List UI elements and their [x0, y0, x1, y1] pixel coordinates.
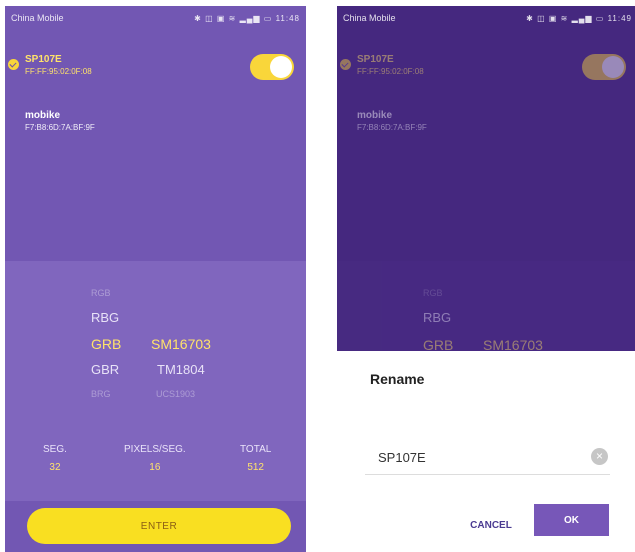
device-name: SP107E	[25, 54, 62, 65]
status-bar: China Mobile ✱ ◫ ▣ ≋ ▂▄▆ ▭ 11:48	[5, 6, 306, 30]
chip-selected[interactable]: SM16703	[151, 336, 211, 352]
device-item-sp107e[interactable]: SP107E FF:FF:95:02:0F:08	[8, 54, 92, 76]
enter-button[interactable]: ENTER	[27, 508, 291, 544]
cancel-button[interactable]: CANCEL	[459, 511, 523, 539]
stat-label: SEG.	[43, 444, 67, 455]
chip-option[interactable]: UCS1903	[156, 389, 195, 399]
device-mac: F7:B8:6D:7A:BF:9F	[25, 123, 95, 132]
status-icons: ✱ ◫ ▣ ≋ ▂▄▆ ▭ 11:48	[194, 14, 300, 23]
device-item-mobike[interactable]: mobike F7:B8:6D:7A:BF:9F	[25, 110, 95, 132]
device-name: mobike	[25, 110, 61, 121]
color-order-option[interactable]: GBR	[91, 362, 119, 377]
stat-value[interactable]: 16	[124, 462, 186, 473]
status-indicator-icons: ✱ ◫ ▣ ≋ ▂▄▆ ▭	[526, 13, 605, 23]
stat-label: TOTAL	[240, 444, 272, 455]
device-name: SP107E	[357, 54, 394, 65]
toggle-knob	[602, 56, 624, 78]
color-order-selected[interactable]: GRB	[91, 336, 121, 352]
stat-value: 512	[247, 462, 264, 473]
color-order-option[interactable]: RBG	[91, 310, 119, 325]
device-name: mobike	[357, 110, 393, 121]
device-mac: F7:B8:6D:7A:BF:9F	[357, 123, 427, 132]
stat-total: TOTAL 512	[240, 444, 271, 473]
color-order-option: RBG	[423, 310, 452, 325]
rename-input[interactable]	[365, 441, 610, 475]
carrier-name: China Mobile	[343, 13, 396, 23]
carrier-name: China Mobile	[11, 13, 64, 23]
device-item-mobike: mobike F7:B8:6D:7A:BF:9F	[357, 110, 427, 132]
device-mac: FF:FF:95:02:0F:08	[357, 67, 424, 76]
left-phone-screen: China Mobile ✱ ◫ ▣ ≋ ▂▄▆ ▭ 11:48 SP107E …	[5, 6, 306, 552]
clear-icon[interactable]: ×	[591, 448, 608, 465]
color-order-option[interactable]: RGB	[91, 288, 111, 298]
stat-pixels-per-segment: PIXELS/SEG. 16	[124, 444, 186, 473]
device-mac: FF:FF:95:02:0F:08	[25, 67, 92, 76]
right-phone-screen: China Mobile ✱ ◫ ▣ ≋ ▂▄▆ ▭ 11:49 SP107E …	[337, 6, 635, 552]
color-order-option[interactable]: BRG	[91, 389, 111, 399]
device-toggle-switch[interactable]	[250, 54, 294, 80]
clock: 11:48	[275, 13, 300, 23]
stat-value[interactable]: 32	[43, 462, 67, 473]
check-icon	[340, 59, 351, 70]
device-toggle-switch	[582, 54, 626, 80]
clock: 11:49	[607, 13, 632, 23]
ok-button[interactable]: OK	[534, 504, 609, 536]
dialog-title: Rename	[370, 371, 425, 387]
stat-segments: SEG. 32	[43, 444, 67, 473]
status-bar: China Mobile ✱ ◫ ▣ ≋ ▂▄▆ ▭ 11:49	[337, 6, 635, 30]
toggle-knob	[270, 56, 292, 78]
status-indicator-icons: ✱ ◫ ▣ ≋ ▂▄▆ ▭	[194, 13, 273, 23]
status-icons: ✱ ◫ ▣ ≋ ▂▄▆ ▭ 11:49	[526, 14, 632, 23]
chip-option[interactable]: TM1804	[157, 362, 205, 377]
check-icon	[8, 59, 19, 70]
device-item-sp107e: SP107E FF:FF:95:02:0F:08	[340, 54, 424, 76]
led-config-panel-dimmed: RGB RBG GRB SM16703	[337, 261, 635, 361]
stat-label: PIXELS/SEG.	[124, 444, 186, 455]
color-order-option: RGB	[423, 288, 443, 298]
rename-dialog: Rename × CANCEL OK	[337, 351, 635, 552]
led-config-panel: RGB RBG GRB GBR BRG SM16703 TM1804 UCS19…	[5, 261, 306, 501]
